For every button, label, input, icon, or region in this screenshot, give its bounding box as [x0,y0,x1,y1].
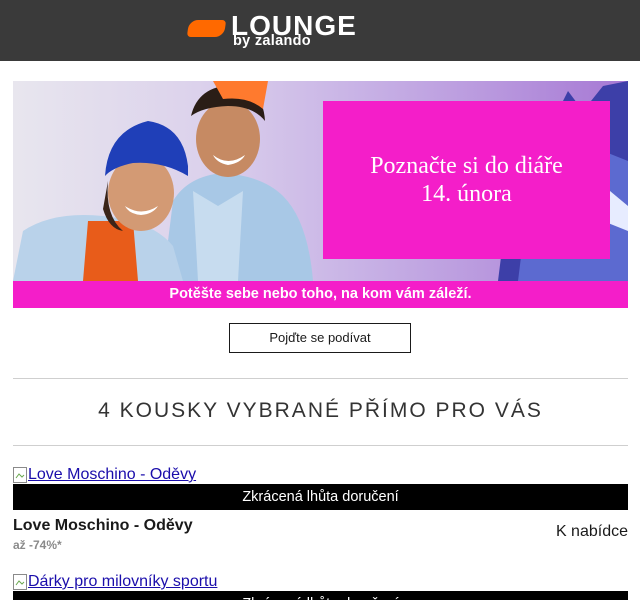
product-discount: až -74%* [13,538,62,552]
cta-button[interactable]: Pojďte se podívat [229,323,411,353]
broken-image-icon [13,467,27,483]
product-name[interactable]: Love Moschino - Oděvy [13,516,193,536]
divider [13,378,628,379]
delivery-bar: Zkrácená lhůta doručení [13,484,628,510]
product-image-alt: Love Moschino - Oděvy [28,466,197,483]
product-image-link[interactable]: Dárky pro milovníky sportu [13,573,217,591]
logo-mark-icon [186,20,227,37]
divider [13,445,628,446]
email-header: LOUNGE by zalando [0,0,640,61]
promo-title: Poznačte si do diáře 14. února [370,153,563,207]
promo-subline[interactable]: Potěšte sebe nebo toho, na kom vám zálež… [13,281,628,308]
delivery-bar: Zkrácená lhůta doručení [13,591,628,600]
offer-link[interactable]: K nabídce [556,522,628,542]
section-title: 4 KOUSKY VYBRANÉ PŘÍMO PRO VÁS [98,399,543,422]
promo-box: Poznačte si do diáře 14. února [323,101,610,259]
lounge-logo[interactable]: LOUNGE by zalando [186,10,453,50]
product-image-alt: Dárky pro milovníky sportu [28,573,218,590]
couple-photo [13,81,313,281]
logo-subtitle: by zalando [233,33,311,49]
broken-image-icon [13,574,27,590]
hero-banner[interactable]: Poznačte si do diáře 14. února [13,81,628,281]
product-image-link[interactable]: Love Moschino - Oděvy [13,466,196,484]
